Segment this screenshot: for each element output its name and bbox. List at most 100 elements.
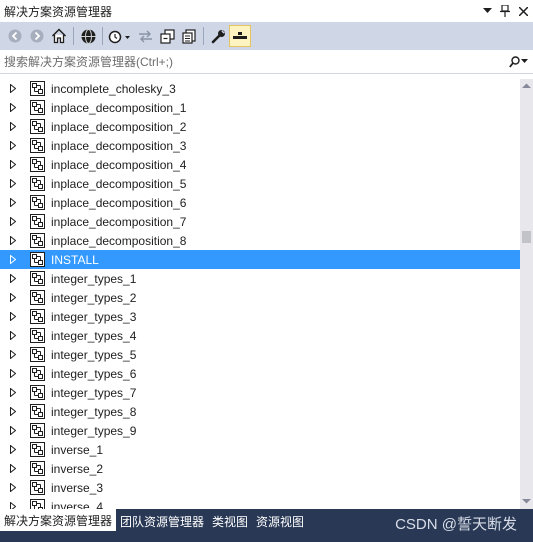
back-button[interactable] xyxy=(4,25,26,47)
properties-button[interactable] xyxy=(207,25,229,47)
tree-row[interactable]: integer_types_5 xyxy=(0,345,520,364)
tree-row[interactable]: inplace_decomposition_4 xyxy=(0,155,520,174)
tree-row-label: inplace_decomposition_2 xyxy=(51,119,187,134)
forward-icon xyxy=(30,29,44,43)
tab-team-explorer[interactable]: 团队资源管理器 xyxy=(116,511,208,531)
window-dropdown-button[interactable] xyxy=(479,2,495,20)
vertical-scrollbar[interactable] xyxy=(520,79,533,509)
history-button[interactable] xyxy=(106,25,134,47)
globe-button[interactable] xyxy=(77,25,99,47)
pin-icon xyxy=(500,5,510,17)
sync-button[interactable] xyxy=(134,25,156,47)
tree-row[interactable]: inplace_decomposition_8 xyxy=(0,231,520,250)
scrollbar-thumb[interactable] xyxy=(522,231,531,243)
tree-row[interactable]: inplace_decomposition_1 xyxy=(0,98,520,117)
expand-toggle[interactable] xyxy=(9,407,17,416)
project-icon xyxy=(30,366,45,381)
expand-toggle[interactable] xyxy=(9,84,17,93)
expand-toggle[interactable] xyxy=(9,141,17,150)
expand-toggle[interactable] xyxy=(9,103,17,112)
tree-row-label: incomplete_cholesky_3 xyxy=(51,81,176,96)
expand-toggle[interactable] xyxy=(9,236,17,245)
scroll-up-button[interactable] xyxy=(520,79,533,92)
project-icon xyxy=(30,290,45,305)
expand-arrow-icon xyxy=(10,331,16,340)
expand-toggle[interactable] xyxy=(9,122,17,131)
tree-row[interactable]: inverse_2 xyxy=(0,459,520,478)
tab-solution-explorer[interactable]: 解决方案资源管理器 xyxy=(0,509,117,531)
expand-toggle[interactable] xyxy=(9,483,17,492)
tree-row[interactable]: inplace_decomposition_5 xyxy=(0,174,520,193)
project-icon-wrapper xyxy=(30,271,45,286)
tree-row[interactable]: integer_types_2 xyxy=(0,288,520,307)
window-title: 解决方案资源管理器 xyxy=(4,4,113,19)
project-icon-wrapper xyxy=(30,81,45,96)
expand-toggle[interactable] xyxy=(9,331,17,340)
tree-row[interactable]: INSTALL xyxy=(0,250,520,269)
expand-toggle[interactable] xyxy=(9,350,17,359)
preview-button[interactable] xyxy=(229,25,251,47)
expand-toggle[interactable] xyxy=(9,369,17,378)
project-icon-wrapper xyxy=(30,499,45,509)
tree-row[interactable]: inplace_decomposition_6 xyxy=(0,193,520,212)
expand-arrow-icon xyxy=(10,445,16,454)
project-icon-wrapper xyxy=(30,366,45,381)
pin-button[interactable] xyxy=(497,2,513,20)
project-icon-wrapper xyxy=(30,138,45,153)
project-icon-wrapper xyxy=(30,233,45,248)
tree-row[interactable]: integer_types_7 xyxy=(0,383,520,402)
expand-toggle[interactable] xyxy=(9,426,17,435)
scroll-down-button[interactable] xyxy=(520,494,533,507)
tree-row[interactable]: integer_types_3 xyxy=(0,307,520,326)
expand-toggle[interactable] xyxy=(9,217,17,226)
home-button[interactable] xyxy=(48,25,70,47)
close-button[interactable] xyxy=(515,2,531,20)
project-icon xyxy=(30,385,45,400)
tab-resource-view[interactable]: 资源视图 xyxy=(252,511,308,531)
expand-arrow-icon xyxy=(10,312,16,321)
project-icon xyxy=(30,499,45,509)
tree-row[interactable]: incomplete_cholesky_3 xyxy=(0,79,520,98)
expand-toggle[interactable] xyxy=(9,388,17,397)
history-icon xyxy=(108,30,130,43)
show-all-files-icon xyxy=(181,28,196,44)
expand-arrow-icon xyxy=(10,293,16,302)
collapse-all-button[interactable] xyxy=(156,25,178,47)
expand-toggle[interactable] xyxy=(9,274,17,283)
tree-row[interactable]: integer_types_4 xyxy=(0,326,520,345)
tab-class-view[interactable]: 类视图 xyxy=(208,511,252,531)
project-icon-wrapper xyxy=(30,195,45,210)
search-button[interactable] xyxy=(503,55,533,68)
expand-arrow-icon xyxy=(10,103,16,112)
tree-row[interactable]: inverse_3 xyxy=(0,478,520,497)
tree-row[interactable]: integer_types_8 xyxy=(0,402,520,421)
tree-row[interactable]: inplace_decomposition_3 xyxy=(0,136,520,155)
expand-toggle[interactable] xyxy=(9,198,17,207)
expand-toggle[interactable] xyxy=(9,464,17,473)
globe-icon xyxy=(81,28,95,44)
expand-toggle[interactable] xyxy=(9,293,17,302)
tree-row[interactable]: integer_types_1 xyxy=(0,269,520,288)
tree-row[interactable]: inverse_1 xyxy=(0,440,520,459)
tree-row[interactable]: inplace_decomposition_2 xyxy=(0,117,520,136)
expand-toggle[interactable] xyxy=(9,502,17,509)
tree-row-label: inverse_1 xyxy=(51,442,104,457)
project-icon xyxy=(30,271,45,286)
forward-button[interactable] xyxy=(26,25,48,47)
expand-arrow-icon xyxy=(10,84,16,93)
expand-toggle[interactable] xyxy=(9,312,17,321)
tree-row[interactable]: inverse_4 xyxy=(0,497,520,509)
tree-row[interactable]: inplace_decomposition_7 xyxy=(0,212,520,231)
expand-toggle[interactable] xyxy=(9,445,17,454)
project-icon xyxy=(30,157,45,172)
tree-row-label: integer_types_9 xyxy=(51,423,137,438)
tree-row-label: inplace_decomposition_3 xyxy=(51,138,187,153)
expand-toggle[interactable] xyxy=(9,255,17,264)
expand-toggle[interactable] xyxy=(9,160,17,169)
search-input[interactable] xyxy=(0,50,503,73)
show-all-files-button[interactable] xyxy=(178,25,200,47)
tree-row[interactable]: integer_types_9 xyxy=(0,421,520,440)
expand-toggle[interactable] xyxy=(9,179,17,188)
project-icon xyxy=(30,233,45,248)
tree-row[interactable]: integer_types_6 xyxy=(0,364,520,383)
